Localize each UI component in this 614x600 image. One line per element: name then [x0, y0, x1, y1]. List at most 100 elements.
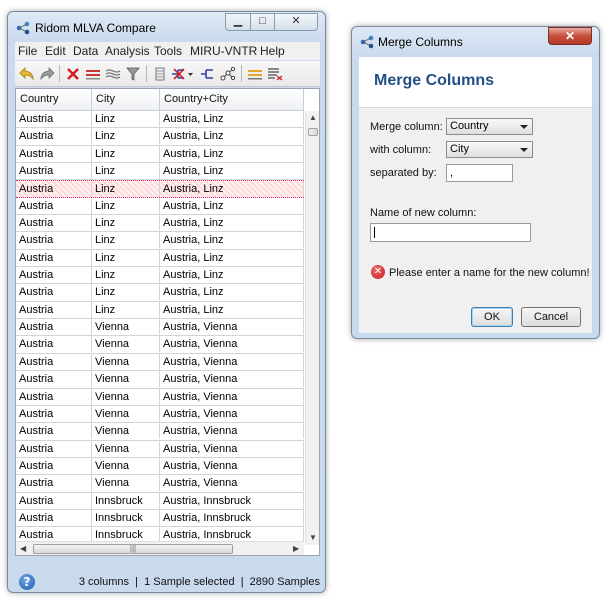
table-cell[interactable]: Vienna — [92, 353, 160, 370]
table-row[interactable]: Austria Linz Austria, Linz — [16, 128, 304, 146]
table-row[interactable]: Austria Innsbruck Austria, Innsbruck — [16, 509, 304, 528]
dialog-close-button[interactable]: ✕ — [548, 27, 592, 45]
menu-file[interactable]: File — [18, 44, 37, 58]
table-row[interactable]: Austria Vienna Austria, Vienna — [16, 388, 304, 406]
table-row[interactable]: Austria Linz Austria, Linz — [16, 249, 304, 268]
menu-analysis[interactable]: Analysis — [105, 44, 150, 58]
table-cell[interactable]: Austria, Linz — [160, 249, 304, 266]
table-cell[interactable]: Linz — [92, 301, 160, 318]
help-icon[interactable]: ? — [19, 574, 35, 590]
scroll-right-icon[interactable]: ▶ — [293, 544, 299, 553]
table-row[interactable]: Austria Linz Austria, Linz — [16, 284, 304, 302]
table-cell[interactable]: Austria — [16, 301, 92, 318]
table-cell[interactable]: Austria, Innsbruck — [160, 509, 304, 526]
table-cell[interactable]: Vienna — [92, 440, 160, 457]
maximize-button[interactable]: □ — [250, 13, 275, 31]
table-cell[interactable]: Austria, Linz — [160, 111, 304, 127]
table-row[interactable]: Austria Vienna Austria, Vienna — [16, 319, 304, 337]
table-cell[interactable]: Austria, Linz — [160, 197, 304, 214]
minimize-button[interactable]: ▁ — [225, 13, 251, 31]
table-cell[interactable]: Austria, Linz — [160, 284, 304, 301]
scroll-up-icon[interactable]: ▲ — [309, 113, 317, 122]
table-cell[interactable]: Linz — [92, 128, 160, 145]
table-cell[interactable]: Austria, Vienna — [160, 405, 304, 422]
split-dropdown-button[interactable] — [169, 65, 195, 82]
table-row[interactable]: Austria Vienna Austria, Vienna — [16, 405, 304, 424]
table-row[interactable]: Austria Vienna Austria, Vienna — [16, 336, 304, 354]
table-cell[interactable]: Vienna — [92, 475, 160, 492]
table-row[interactable]: Austria Linz Austria, Linz — [16, 301, 304, 320]
table-cell[interactable]: Linz — [92, 145, 160, 162]
table-row[interactable]: Austria Linz Austria, Linz — [16, 232, 304, 250]
table-cell[interactable]: Austria, Vienna — [160, 336, 304, 353]
menu-data[interactable]: Data — [73, 44, 98, 58]
menu-help[interactable]: Help — [260, 44, 285, 58]
table-cell[interactable]: Austria, Innsbruck — [160, 492, 304, 509]
table-cell[interactable]: Vienna — [92, 319, 160, 336]
table-row[interactable]: Austria Linz Austria, Linz — [16, 267, 304, 285]
table-row[interactable]: Austria Linz Austria, Linz — [16, 111, 304, 129]
table-cell[interactable]: Austria — [16, 405, 92, 422]
close-button[interactable]: ✕ — [274, 13, 318, 31]
table-row[interactable]: Austria Vienna Austria, Vienna — [16, 371, 304, 389]
table-cell[interactable]: Austria — [16, 249, 92, 266]
table-cell[interactable]: Vienna — [92, 423, 160, 440]
table-cell[interactable]: Austria — [16, 388, 92, 405]
table-cell[interactable]: Linz — [92, 267, 160, 284]
tree-button[interactable] — [199, 65, 217, 82]
table-cell[interactable]: Austria — [16, 197, 92, 214]
table-cell[interactable]: Innsbruck — [92, 509, 160, 526]
table-row[interactable]: Austria Linz Austria, Linz — [16, 163, 304, 181]
menu-edit[interactable]: Edit — [45, 44, 66, 58]
new-column-name-input[interactable] — [370, 223, 531, 242]
table-row[interactable]: Austria Vienna Austria, Vienna — [16, 440, 304, 458]
ok-button[interactable]: OK — [471, 307, 513, 327]
redo-button[interactable] — [38, 65, 56, 82]
horizontal-scroll-thumb[interactable]: ||| — [33, 544, 233, 554]
merge-column-select[interactable]: Country — [446, 118, 533, 135]
column-header-city[interactable]: City — [92, 89, 160, 110]
lines-button[interactable] — [246, 65, 264, 82]
table-cell[interactable]: Austria — [16, 423, 92, 440]
table-cell[interactable]: Austria, Linz — [160, 301, 304, 318]
with-column-select[interactable]: City — [446, 141, 533, 158]
table-cell[interactable]: Austria, Vienna — [160, 353, 304, 370]
rows-wave-button[interactable] — [104, 65, 122, 82]
table-cell[interactable]: Linz — [92, 284, 160, 301]
table-cell[interactable]: Austria — [16, 215, 92, 232]
table-cell[interactable]: Austria, Vienna — [160, 319, 304, 336]
table-cell[interactable]: Austria, Vienna — [160, 440, 304, 457]
separator-input[interactable]: , — [446, 164, 513, 182]
menu-tools[interactable]: Tools — [154, 44, 182, 58]
table-cell[interactable]: Linz — [92, 249, 160, 266]
table-cell[interactable]: Austria — [16, 509, 92, 526]
table-cell[interactable]: Linz — [92, 197, 160, 214]
table-cell[interactable]: Vienna — [92, 388, 160, 405]
table-cell[interactable]: Linz — [92, 163, 160, 180]
table-row[interactable]: Austria Linz Austria, Linz — [16, 180, 304, 198]
table-cell[interactable]: Austria — [16, 128, 92, 145]
vertical-scroll-thumb[interactable] — [308, 128, 318, 136]
column-button[interactable] — [151, 65, 169, 82]
table-row[interactable]: Austria Vienna Austria, Vienna — [16, 423, 304, 441]
cancel-button[interactable]: Cancel — [521, 307, 581, 327]
table-row[interactable]: Austria Linz Austria, Linz — [16, 215, 304, 233]
table-cell[interactable]: Austria, Vienna — [160, 457, 304, 474]
table-cell[interactable]: Austria, Linz — [160, 145, 304, 162]
table-cell[interactable]: Austria — [16, 267, 92, 284]
table-cell[interactable]: Austria, Linz — [160, 163, 304, 180]
table-cell[interactable]: Linz — [92, 181, 160, 198]
table-cell[interactable]: Austria — [16, 163, 92, 180]
filter-button[interactable] — [124, 65, 142, 82]
table-cell[interactable]: Austria — [16, 111, 92, 127]
table-cell[interactable]: Austria — [16, 319, 92, 336]
table-row[interactable]: Austria Vienna Austria, Vienna — [16, 475, 304, 493]
table-cell[interactable]: Austria — [16, 353, 92, 370]
table-cell[interactable]: Austria — [16, 475, 92, 492]
table-cell[interactable]: Vienna — [92, 371, 160, 388]
delete-rows-button[interactable] — [84, 65, 102, 82]
column-header-country-city[interactable]: Country+City — [160, 89, 304, 110]
table-cell[interactable]: Austria, Linz — [160, 215, 304, 232]
scroll-down-icon[interactable]: ▼ — [309, 533, 317, 542]
table-cell[interactable]: Austria — [16, 492, 92, 509]
